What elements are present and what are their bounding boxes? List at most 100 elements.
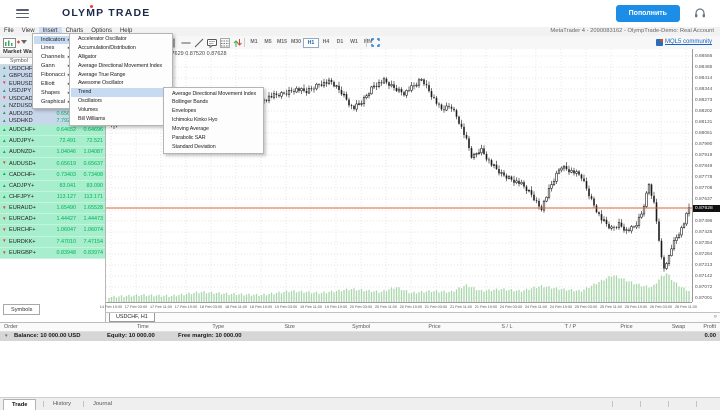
indicator-item-alligator[interactable]: Alligator [71, 53, 171, 62]
mql5-community-link[interactable]: MQL5 community [656, 39, 712, 46]
new-chart-icon[interactable] [3, 38, 20, 50]
insert-menu-item-lines[interactable]: Lines▸ [34, 44, 72, 53]
orders-column-t-p[interactable]: T / P [542, 323, 600, 331]
trend-item-moving-average[interactable]: Moving Average [165, 125, 262, 134]
chart-tab-usdchf-h1[interactable]: USDCHF, H1 [109, 313, 155, 322]
window-title: MetaTrader 4 - 2090083162 - OlympTrade-D… [550, 28, 714, 34]
indicators-submenu: Accelerator OscillatorAccumulation/Distr… [69, 33, 173, 127]
arrows-tool-icon[interactable] [233, 38, 242, 50]
insert-menu-item-gann[interactable]: Gann▸ [34, 62, 72, 71]
horizontal-line-tool-icon[interactable] [181, 38, 191, 50]
market-watch-row-eurgbp[interactable]: ▼EURGBP+0.839480.83974 [0, 248, 105, 259]
trendline-tool-icon[interactable] [194, 38, 204, 50]
ask-value: 0.65637 [76, 161, 103, 167]
orders-column-price[interactable]: Price [599, 323, 654, 331]
menu-item-label: Awesome Oscillator [78, 80, 123, 86]
indicator-item-accelerator-oscillator[interactable]: Accelerator Oscillator [71, 35, 171, 44]
timeframe-m5[interactable]: M5 [261, 38, 275, 47]
insert-menu-item-elliott[interactable]: Elliott▸ [34, 80, 72, 89]
fibonacci-tool-icon[interactable] [220, 38, 230, 50]
trend-item-parabolic-sar[interactable]: Parabolic SAR [165, 134, 262, 143]
timeframe-m1[interactable]: M1 [247, 38, 261, 47]
indicator-item-average-directional-movement-index[interactable]: Average Directional Movement Index [71, 62, 171, 71]
orders-column-type[interactable]: Type [183, 323, 254, 331]
menu-item-label: Parabolic SAR [172, 135, 205, 141]
fullscreen-expand-icon[interactable] [371, 38, 380, 49]
trend-item-bollinger-bands[interactable]: Bollinger Bands [165, 98, 262, 107]
orders-column-time[interactable]: Time [103, 323, 182, 331]
tab-trade[interactable]: Trade [3, 399, 36, 410]
price-tick-label: 0.87354 [695, 241, 712, 246]
symbols-tab[interactable]: Symbols [3, 304, 40, 315]
orders-panel: OrderTimeTypeSizeSymbolPriceS / LT / PPr… [0, 322, 720, 398]
timeframe-h4[interactable]: H4 [319, 38, 333, 47]
collapse-triangle-icon[interactable]: ▾ [5, 332, 8, 341]
insert-menu-item-indicators[interactable]: Indicators▸ [34, 36, 72, 45]
insert-menu-item-fibonacci[interactable]: Fibonacci▸ [34, 71, 72, 80]
insert-menu-item-shapes[interactable]: Shapes▸ [34, 89, 72, 98]
symbol-name: EURAUD+ [9, 205, 49, 211]
time-tick-label: 24 Feb 03:00 [498, 305, 524, 309]
ask-value: 1.65528 [76, 205, 103, 211]
orders-column-order[interactable]: Order [0, 323, 103, 331]
symbol-name: EURCHF+ [9, 227, 49, 233]
bid-value: 72.491 [49, 138, 76, 144]
market-watch-row-audchf[interactable]: ▲AUDCHF+0.646520.64696 [0, 125, 105, 136]
market-watch-row-chfjpy[interactable]: ▲CHFJPY+113.127113.171 [0, 192, 105, 203]
timeframe-h1[interactable]: H1 [303, 38, 319, 48]
bid-value: 1.06047 [49, 227, 76, 233]
bid-value: 113.127 [49, 194, 76, 200]
trend-item-standard-deviation[interactable]: Standard Deviation [165, 143, 262, 152]
indicator-item-trend[interactable]: Trend▸ [71, 88, 171, 97]
orders-column-price[interactable]: Price [397, 323, 472, 331]
insert-menu-item-graphical[interactable]: Graphical▸ [34, 98, 72, 107]
indicator-item-average-true-range[interactable]: Average True Range [71, 71, 171, 80]
orders-column-profit[interactable]: Profit [703, 323, 720, 331]
orders-column-size[interactable]: Size [254, 323, 325, 331]
tab-journal[interactable]: Journal [85, 399, 120, 409]
tab-history[interactable]: History [45, 399, 79, 409]
market-watch-row-euraud[interactable]: ▼EURAUD+1.654901.65528 [0, 203, 105, 214]
deposit-button[interactable]: Пополнить [616, 5, 680, 22]
indicator-item-volumes[interactable]: Volumes▸ [71, 106, 171, 115]
price-up-icon: ▲ [2, 74, 9, 79]
market-watch-row-eurcad[interactable]: ▼EURCAD+1.444271.44473 [0, 214, 105, 225]
market-watch-row-cadchf[interactable]: ▲CADCHF+0.734030.73408 [0, 170, 105, 181]
trend-item-ichimoku-kinko-hyo[interactable]: Ichimoku Kinko Hyo [165, 116, 262, 125]
market-watch-row-audjpy[interactable]: ▲AUDJPY+72.49172.521 [0, 136, 105, 147]
profit-total-value: 0.00 [705, 332, 716, 341]
support-headphones-icon[interactable] [694, 7, 706, 21]
market-watch-row-eurchf[interactable]: ▼EURCHF+1.060471.06074 [0, 225, 105, 236]
timeframe-group: M1M5M15M30H1H4D1W1MN [247, 38, 375, 48]
trend-item-envelopes[interactable]: Envelopes [165, 107, 262, 116]
orders-column-swap[interactable]: Swap [654, 323, 704, 331]
time-tick-label: 26 Feb 03:00 [648, 305, 674, 309]
text-label-tool-icon[interactable] [207, 38, 217, 50]
hamburger-menu-icon[interactable] [16, 9, 29, 18]
indicator-item-accumulation-distribution[interactable]: Accumulation/Distribution [71, 44, 171, 53]
price-axis[interactable]: 0.885560.884850.884140.883440.882730.882… [692, 49, 720, 302]
orders-header-row: OrderTimeTypeSizeSymbolPriceS / LT / PPr… [0, 323, 720, 332]
menu-item-label: Moving Average [172, 126, 209, 132]
timeframe-w1[interactable]: W1 [347, 38, 361, 47]
trend-item-average-directional-movement-index[interactable]: Average Directional Movement Index [165, 90, 262, 99]
orders-column-symbol[interactable]: Symbol [325, 323, 396, 331]
timeframe-m15[interactable]: M15 [275, 38, 289, 47]
market-watch-row-audusd[interactable]: ▼AUDUSD+0.656190.65637 [0, 158, 105, 169]
orders-column-s-l[interactable]: S / L [472, 323, 541, 331]
insert-menu-item-channels[interactable]: Channels▸ [34, 53, 72, 62]
timeframe-d1[interactable]: D1 [333, 38, 347, 47]
market-watch-row-eurdkk[interactable]: ▼EURDKK+7.470107.47154 [0, 237, 105, 248]
bid-value: 1.65490 [49, 205, 76, 211]
indicator-item-awesome-oscillator[interactable]: Awesome Oscillator [71, 79, 171, 88]
menubar-item-file[interactable]: File [0, 27, 18, 35]
menu-item-label: Average Directional Movement Index [172, 91, 256, 97]
chart-tabs-more-icon[interactable]: » [714, 314, 717, 320]
chart-dropdown-caret-icon[interactable] [21, 40, 27, 46]
indicator-item-oscillators[interactable]: Oscillators▸ [71, 97, 171, 106]
market-watch-row-audnzd[interactable]: ▲AUDNZD+1.040461.04087 [0, 147, 105, 158]
symbol-name: CHFJPY+ [9, 194, 49, 200]
indicator-item-bill-williams[interactable]: Bill Williams▸ [71, 115, 171, 124]
market-watch-row-cadjpy[interactable]: ▲CADJPY+83.04183.090 [0, 181, 105, 192]
timeframe-m30[interactable]: M30 [289, 38, 303, 47]
